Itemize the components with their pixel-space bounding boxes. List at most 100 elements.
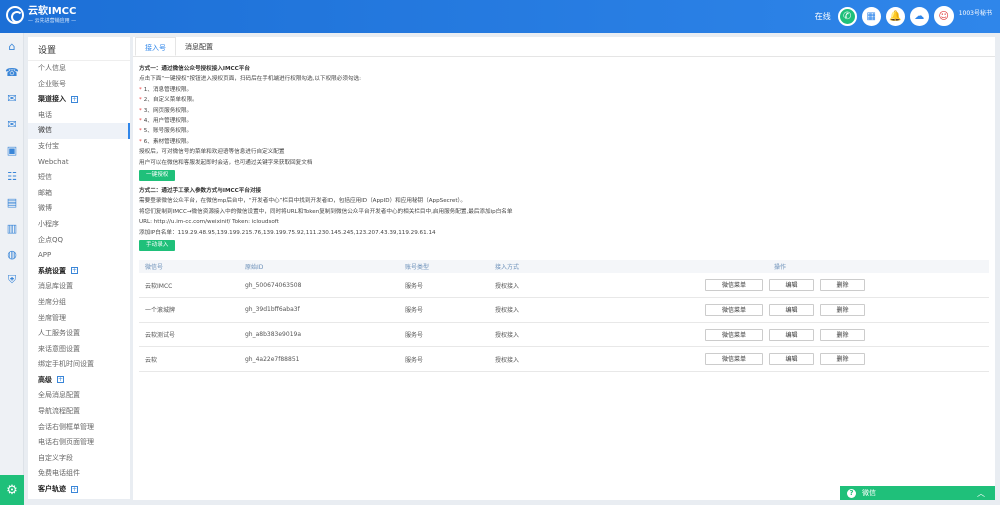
brand-subtitle: — 云先进营销应用 — [28,18,77,24]
nav-item[interactable]: 个人信息 [28,61,130,77]
cloud-icon[interactable]: ☁ [909,6,929,26]
nav-item-label: 支付宝 [38,141,59,150]
tab-message-config[interactable]: 消息配置 [176,37,222,56]
nav-item[interactable]: 电话右侧页面管理 [28,435,130,451]
nav-item[interactable]: 会话右侧框单管理 [28,420,130,436]
device-icon[interactable]: ▣ [0,137,24,163]
table-cell: 云软IMCC [139,273,239,299]
main-panel: 接入号 消息配置 方式一：通过微信公众号授权接入IMCC平台 点击下面“一键授权… [133,37,995,500]
mail-icon[interactable]: ✉ [0,111,24,137]
online-status[interactable]: 在线 [815,11,831,22]
table-cell: 授权接入 [489,273,699,299]
expand-icon[interactable]: + [57,376,64,384]
nav-item[interactable]: APP [28,248,130,264]
nav-item[interactable]: 人工服务设置 [28,326,130,342]
nav-item[interactable]: 坐席分组 [28,295,130,311]
delete-button[interactable]: 删除 [820,328,865,341]
nav-item[interactable]: 微信 [28,123,130,139]
edit-button[interactable]: 编辑 [769,303,814,316]
nav-group[interactable]: 高级 + [28,373,130,389]
wechat-menu-button[interactable]: 微信菜单 [705,279,763,292]
method2-ip-whitelist: 添加IP白名单：119.29.48.95,139.199.215.76,139.… [139,229,436,236]
row-actions: 微信菜单 编辑 删除 [705,353,989,366]
user-name[interactable]: 1003号秘书 [959,8,992,17]
table-icon[interactable]: ▤ [0,189,24,215]
nav-group[interactable]: 渠道接入 + [28,92,130,108]
wechat-accounts-table: 微信号 原始ID 账号类型 接入方式 操作 云软IMCC gh_500674063… [139,260,989,372]
delete-button[interactable]: 删除 [820,353,865,366]
expand-icon[interactable]: + [71,267,78,275]
table-cell: 服务号 [399,297,489,323]
nav-item[interactable]: 导航流程配置 [28,404,130,420]
wechat-chat-bar[interactable]: ? 微信 ︿ [840,486,995,500]
manual-entry-button[interactable]: 手动录入 [139,240,176,252]
nav-item[interactable]: 自定义字段 [28,451,130,467]
tab-access-number[interactable]: 接入号 [135,37,176,56]
avatar[interactable]: ☺ [933,6,954,26]
chart-icon[interactable]: ▥ [0,215,24,241]
actions-cell: 微信菜单 编辑 删除 [699,346,989,372]
delete-button[interactable]: 删除 [820,303,865,316]
method1-note1: 授权后，可对微信号的菜单和欢迎语等信息进行自定义配置 [139,149,285,156]
wechat-menu-button[interactable]: 微信菜单 [705,353,763,366]
nav-item[interactable]: 企业账号 [28,77,130,93]
row-actions: 微信菜单 编辑 删除 [705,328,989,341]
nav-item[interactable]: 短信 [28,170,130,186]
icon-rail: ⌂ ☎ ✉ ✉ ▣ ☷ ▤ ▥ ◍ ⛨ ⚙ [0,33,24,505]
nav-item[interactable]: 来话意图设置 [28,342,130,358]
method1-title: 方式一：通过微信公众号授权接入IMCC平台 [139,66,250,72]
chat-icon[interactable]: ✉ [0,85,24,111]
nav-group[interactable]: 客户轨迹 + [28,482,130,498]
nav-item[interactable]: 电话 [28,108,130,124]
shield-icon[interactable]: ⛨ [0,267,24,293]
phone-call-icon[interactable]: ✆ [837,6,857,26]
phone-icon[interactable]: ☎ [0,59,24,85]
nav-item[interactable]: 绑定手机时间设置 [28,357,130,373]
chevron-up-icon[interactable]: ︿ [977,488,985,499]
top-right-tools: 在线 ✆ ▦ 🔔 ☁ ☺ 1003号秘书 [815,6,992,26]
nav-item[interactable]: 企点QQ [28,233,130,249]
perm-item: * 4、用户管理权限。 [139,118,193,125]
nav-item[interactable]: 邮箱 [28,186,130,202]
col-wechat-id: 微信号 [139,260,239,274]
globe-icon[interactable]: ◍ [0,241,24,267]
table-cell: 云软测试号 [139,322,239,348]
nav-item[interactable]: 支付宝 [28,139,130,155]
expand-icon[interactable]: + [71,95,78,103]
nav-item-label: 来话意图设置 [38,344,80,353]
edit-button[interactable]: 编辑 [769,328,814,341]
nav-item-label: 电话 [38,110,52,119]
table-cell: 服务号 [399,273,489,299]
table-cell: gh_4a22e7f88851 [239,346,399,372]
nav-title: 设置 [28,37,130,61]
expand-icon[interactable]: + [71,485,78,493]
bell-icon[interactable]: 🔔 [885,6,905,26]
col-access-method: 接入方式 [489,260,699,274]
nav-item[interactable]: 坐席管理 [28,311,130,327]
wechat-menu-button[interactable]: 微信菜单 [705,303,763,316]
top-bar: 云软IMCC — 云先进营销应用 — 在线 ✆ ▦ 🔔 ☁ ☺ 1003号秘书 [0,0,1000,33]
brand-logo[interactable]: 云软IMCC — 云先进营销应用 — [6,6,76,24]
nav-item-label: 渠道接入 [38,95,66,104]
nav-item[interactable]: 全局消息配置 [28,388,130,404]
home-icon[interactable]: ⌂ [0,33,24,59]
qr-code-icon[interactable]: ▦ [861,6,881,26]
nav-item[interactable]: Webchat [28,155,130,171]
delete-button[interactable]: 删除 [820,279,865,292]
nav-item[interactable]: 免费电话组件 [28,466,130,482]
edit-button[interactable]: 编辑 [769,279,814,292]
nav-item[interactable]: 小程序 [28,217,130,233]
settings-nav: 设置 个人信息 企业账号渠道接入 + 电话微信支付宝 Webchat 短信 邮箱微博小程序企… [28,37,130,499]
users-icon[interactable]: ☷ [0,163,24,189]
nav-item[interactable]: 微博 [28,201,130,217]
method2-line2: 将您们复制到IMCC→微信资源接入中的微信设置中，同时将URL和Token复制到… [139,208,513,215]
wechat-menu-button[interactable]: 微信菜单 [705,328,763,341]
method2-url-token: URL: http://u.im-cc.com/weixinif/ Token:… [139,219,279,226]
nav-item-label: 微博 [38,204,52,213]
nav-item[interactable]: 消息库设置 [28,279,130,295]
one-click-authorize-button[interactable]: 一键授权 [139,170,176,182]
nav-group[interactable]: 系统设置 + [28,264,130,280]
gear-icon[interactable]: ⚙ [0,475,24,505]
edit-button[interactable]: 编辑 [769,353,814,366]
table-row: 云软IMCC gh_500674063508 服务号 授权接入 微信菜单 编辑 删除 [139,273,989,299]
